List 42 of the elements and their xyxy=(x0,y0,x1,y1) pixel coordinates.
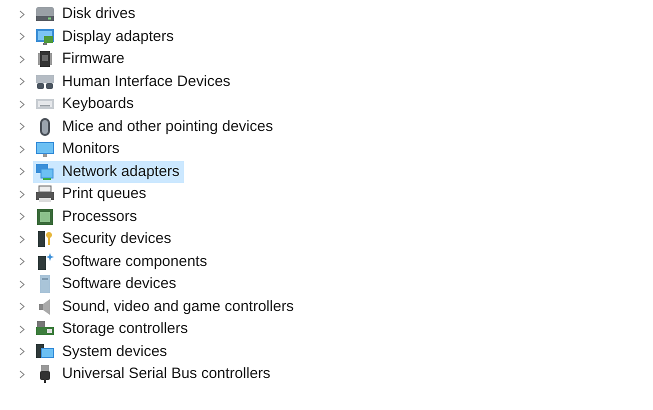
tree-item[interactable]: Keyboards xyxy=(33,93,138,116)
tree-item[interactable]: Universal Serial Bus controllers xyxy=(33,363,274,386)
tree-item[interactable]: Human Interface Devices xyxy=(33,70,234,93)
expand-chevron-icon[interactable] xyxy=(19,370,25,379)
expand-chevron-icon[interactable] xyxy=(19,100,25,109)
expand-chevron-icon[interactable] xyxy=(19,10,25,19)
tree-item[interactable]: Network adapters xyxy=(33,160,184,183)
expand-chevron-icon[interactable] xyxy=(19,122,25,132)
tower-sparkle-icon xyxy=(35,252,55,272)
tree-item[interactable]: Processors xyxy=(33,206,142,228)
expand-chevron-icon[interactable] xyxy=(19,234,25,244)
monitor-icon xyxy=(35,139,55,160)
network-computers-icon xyxy=(35,162,55,182)
tower-key-icon xyxy=(35,229,55,250)
expand-chevron-icon[interactable] xyxy=(19,144,25,154)
expand-chevron-icon[interactable] xyxy=(19,280,25,289)
tree-item[interactable]: Print queues xyxy=(33,183,150,206)
chip-icon xyxy=(35,49,55,70)
processor-icon xyxy=(35,206,55,227)
tree-item[interactable]: Software devices xyxy=(33,273,180,296)
tree-item[interactable]: System devices xyxy=(33,340,172,363)
expand-chevron-icon[interactable] xyxy=(19,190,25,199)
expand-chevron-icon[interactable] xyxy=(19,212,25,222)
expand-chevron-icon[interactable] xyxy=(19,302,25,312)
tree-item[interactable]: Software components xyxy=(33,250,212,273)
display-adapter-icon xyxy=(35,26,55,47)
expand-chevron-icon[interactable] xyxy=(19,257,25,266)
tree-item[interactable]: Firmware xyxy=(33,48,128,70)
expand-chevron-icon[interactable] xyxy=(19,77,25,86)
expand-chevron-icon[interactable] xyxy=(19,32,25,42)
tree-item[interactable]: Sound, video and game controllers xyxy=(33,296,298,318)
expand-chevron-icon[interactable] xyxy=(19,347,25,356)
tree-item[interactable]: Display adapters xyxy=(33,26,178,48)
printer-icon xyxy=(35,184,55,204)
tree-item[interactable]: Security devices xyxy=(33,228,176,250)
expand-chevron-icon[interactable] xyxy=(19,54,25,64)
tree-item[interactable]: Mice and other pointing devices xyxy=(33,116,277,138)
tree-item[interactable]: Storage controllers xyxy=(33,318,192,340)
tree-item[interactable]: Monitors xyxy=(33,138,124,160)
expand-chevron-icon[interactable] xyxy=(19,167,25,176)
tree-item[interactable]: Disk drives xyxy=(33,3,140,26)
expand-chevron-icon[interactable] xyxy=(19,324,25,334)
